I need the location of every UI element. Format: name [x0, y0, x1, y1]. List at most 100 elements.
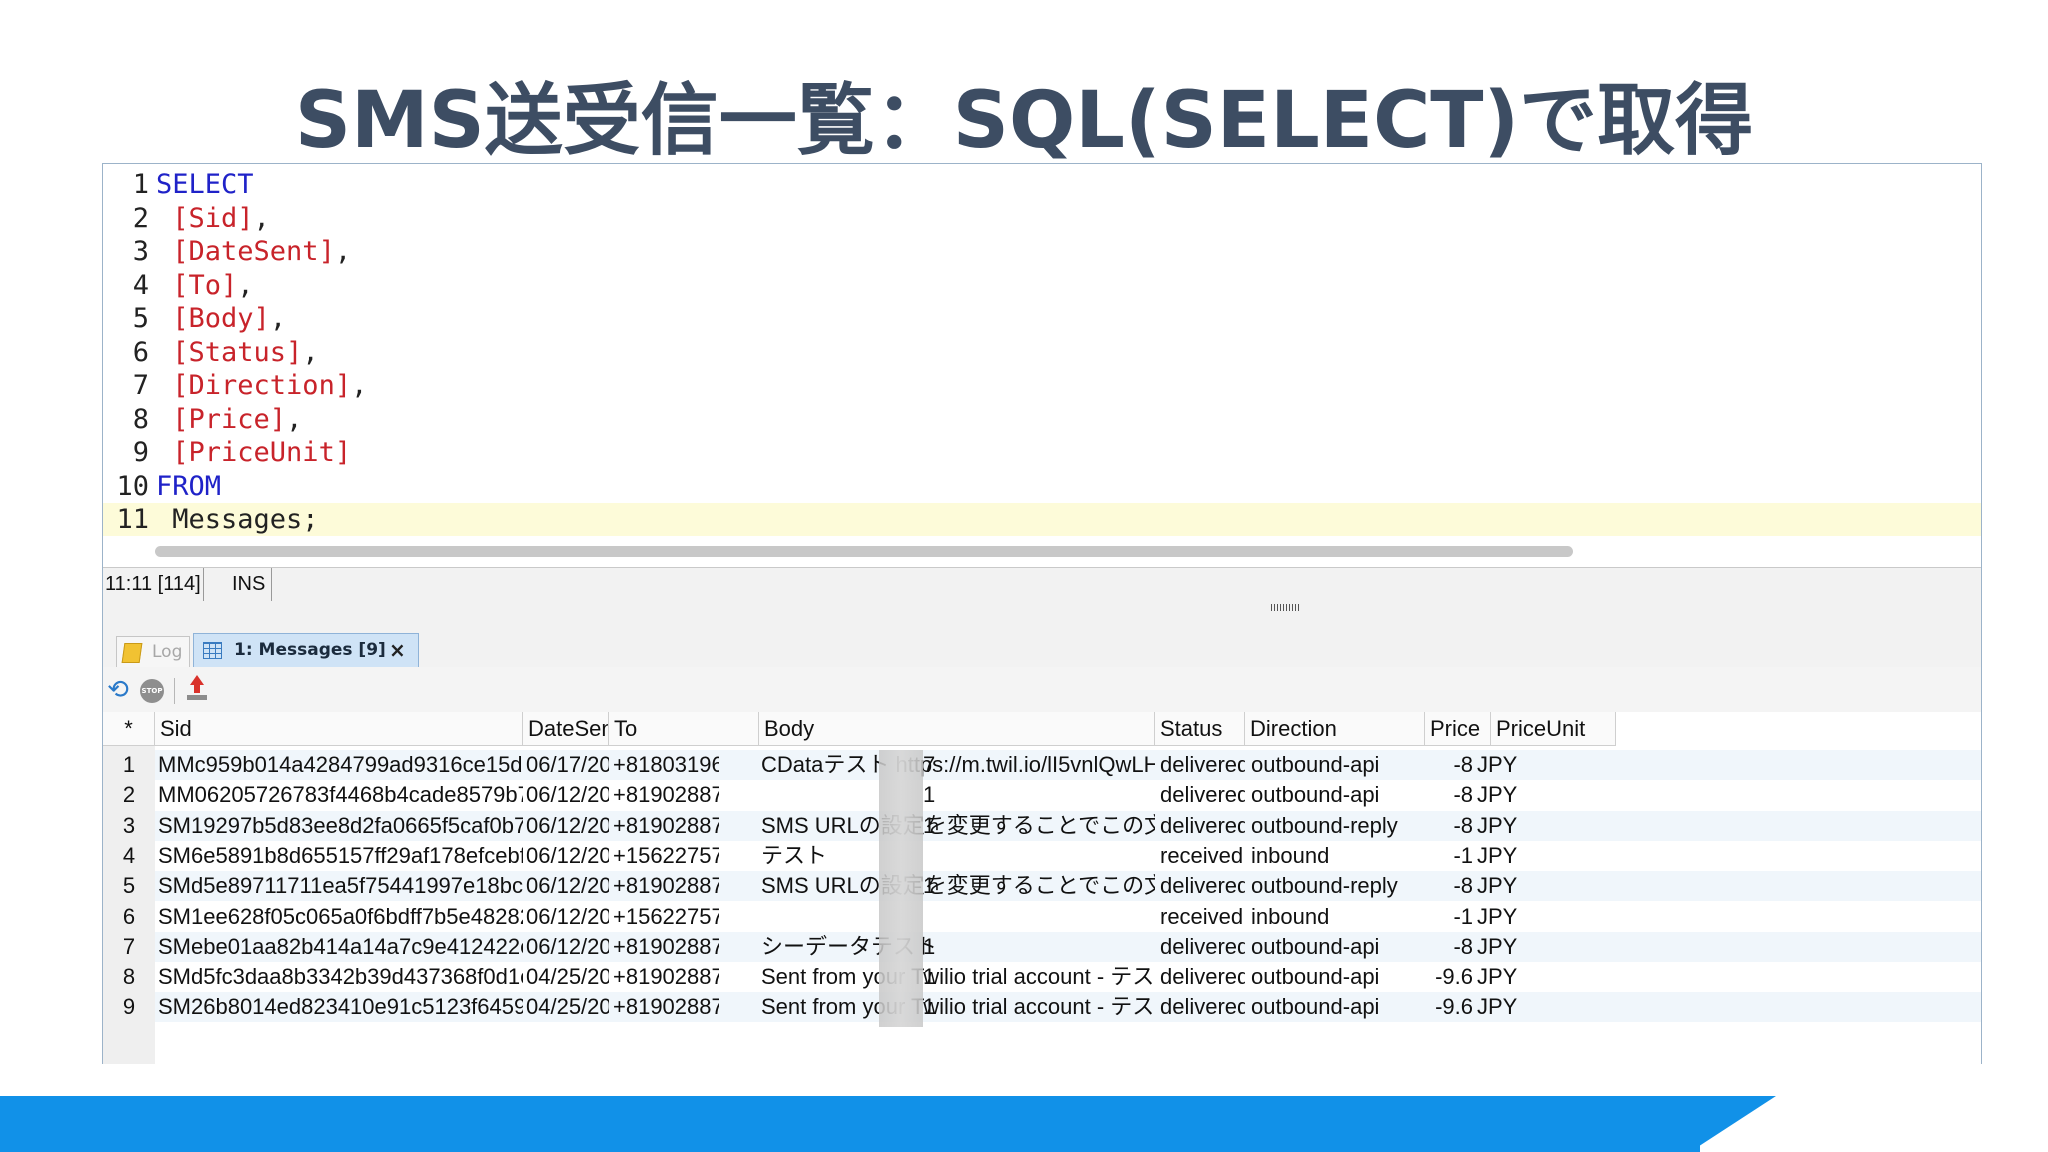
- cell-sid: SM6e5891b8d655157ff29af178efcebf6b: [158, 842, 523, 868]
- cell-status: delivered: [1160, 964, 1245, 990]
- row-number[interactable]: 4: [103, 840, 155, 871]
- row-number[interactable]: 3: [103, 810, 155, 841]
- cell-direction: outbound-api: [1251, 994, 1380, 1020]
- sql-punctuation: ,: [351, 370, 368, 401]
- cell-direction: outbound-api: [1251, 933, 1380, 959]
- sql-keyword: FROM: [156, 470, 222, 502]
- log-icon: [121, 643, 143, 663]
- pane-splitter[interactable]: [103, 601, 1981, 631]
- sql-column: [Body]: [172, 303, 270, 334]
- grid-corner[interactable]: *: [103, 712, 155, 746]
- column-header-priceunit[interactable]: PriceUnit: [1491, 712, 1616, 746]
- line-number: 8: [132, 403, 149, 435]
- code-line[interactable]: 5 [Body],: [103, 302, 1981, 335]
- close-tab-icon[interactable]: ×: [389, 634, 406, 667]
- sql-column: [Sid]: [172, 202, 254, 234]
- table-row[interactable]: 5SMd5e89711711ea5f75441997e18bc431e06/12…: [103, 871, 1981, 902]
- code-line[interactable]: 7 [Direction],: [103, 369, 1981, 402]
- row-number[interactable]: 8: [103, 962, 155, 993]
- code-line[interactable]: 10 FROM: [103, 470, 1981, 503]
- table-row[interactable]: 3 SM19297b5d83ee8d2fa0665f5caf0b74f1 06/12…: [103, 810, 1981, 841]
- table-row[interactable]: 6 SM1ee628f05c065a0f6bdff7b5e48282ba 06/12…: [103, 901, 1981, 932]
- cell-body: SMS URLの設定を変更することでこの文章を変...: [761, 812, 1155, 838]
- code-text: [DateSent],: [156, 235, 351, 268]
- code-line[interactable]: 1 SELECT: [103, 168, 1981, 201]
- cell-price-unit: JPY: [1477, 903, 1518, 929]
- sql-punctuation: ,: [269, 303, 287, 334]
- footer-band-slant: [1690, 1096, 1776, 1152]
- cell-to: +81902887: [613, 994, 719, 1020]
- column-header-datesent[interactable]: DateSent: [523, 712, 609, 746]
- cell-body: シーデータテスト: [761, 933, 938, 959]
- cell-sid: SM1ee628f05c065a0f6bdff7b5e48282ba: [158, 903, 523, 929]
- export-icon[interactable]: [185, 675, 209, 703]
- code-line[interactable]: 4 [To],: [103, 269, 1981, 302]
- cell-sid: SM19297b5d83ee8d2fa0665f5caf0b74f1: [158, 812, 523, 838]
- code-line[interactable]: 6 [Status],: [103, 336, 1981, 369]
- cell-date-sent: 06/12/2019: [526, 903, 609, 929]
- table-row[interactable]: 8SMd5fc3daa8b3342b39d437368f0d1c15d04/25…: [103, 962, 1981, 993]
- cell-price: -8: [1453, 752, 1473, 777]
- tab-messages[interactable]: 1: Messages [9] ×: [193, 633, 419, 667]
- sql-column: [PriceUnit]: [172, 437, 352, 468]
- column-header-direction[interactable]: Direction: [1245, 712, 1425, 746]
- code-text: Messages;: [156, 503, 319, 536]
- refresh-icon[interactable]: ⟲: [105, 677, 131, 703]
- cell-direction: outbound-reply: [1251, 873, 1398, 899]
- line-number: 10: [116, 470, 149, 502]
- sql-editor[interactable]: 1 SELECT 2 [Sid], 3 [DateSent], 4 [To], 5 [Bo…: [103, 164, 1981, 564]
- row-number[interactable]: 9: [103, 992, 155, 1023]
- cell-to: +15622757: [613, 903, 719, 929]
- sql-punctuation: ,: [334, 236, 352, 267]
- row-number[interactable]: 1: [103, 750, 155, 780]
- results-toolbar: ⟲ STOP: [103, 667, 1981, 713]
- sql-keyword: SELECT: [156, 169, 254, 200]
- sql-column: [Price]: [172, 403, 287, 435]
- cell-to: +81902887: [613, 782, 719, 808]
- sql-punctuation: ,: [286, 403, 303, 435]
- table-row[interactable]: 2MM06205726783f4468b4cade8579b7d5a706/12…: [103, 780, 1981, 811]
- column-header-price[interactable]: Price: [1425, 712, 1491, 746]
- stop-icon[interactable]: STOP: [140, 679, 164, 703]
- column-header-sid[interactable]: Sid: [155, 712, 523, 746]
- tab-log-label: Log: [152, 642, 183, 662]
- table-row[interactable]: 4 SM6e5891b8d655157ff29af178efcebf6b 06/12…: [103, 840, 1981, 871]
- code-line[interactable]: 11 Messages;: [103, 503, 1981, 536]
- splitter-grip-icon[interactable]: [1271, 604, 1299, 611]
- cell-price-unit: JPY: [1477, 782, 1518, 808]
- editor-scroll-thumb[interactable]: [155, 546, 1573, 557]
- code-line[interactable]: 8 [Price],: [103, 403, 1981, 436]
- sql-punctuation: ,: [237, 269, 254, 301]
- footer-band: [0, 1096, 1700, 1152]
- table-grid-icon: [203, 642, 222, 659]
- cell-price: -9.6: [1435, 964, 1473, 990]
- sql-identifier: Messages;: [172, 504, 319, 535]
- column-header-body[interactable]: Body: [759, 712, 1155, 746]
- cell-direction: outbound-api: [1251, 782, 1380, 808]
- cell-sid: MMc959b014a4284799ad9316ce15daac6b: [158, 752, 523, 777]
- cell-to: +81902887: [613, 873, 719, 899]
- cell-sid: MM06205726783f4468b4cade8579b7d5a7: [158, 782, 523, 808]
- row-number[interactable]: 7: [103, 931, 155, 962]
- cell-sid: SMebe01aa82b414a14a7c9e412422e32c5: [158, 933, 523, 959]
- cell-body: CDataテスト https://m.twil.io/lI5vnlQwLH: [761, 752, 1155, 777]
- table-row[interactable]: 9SM26b8014ed823410e91c5123f6459a3ce04/25…: [103, 992, 1981, 1023]
- column-header-to[interactable]: To: [609, 712, 759, 746]
- results-grid[interactable]: *SidDateSentToBodyStatusDirectionPricePr…: [103, 712, 1981, 1064]
- cell-price: -1: [1453, 903, 1473, 929]
- cell-status: delivered: [1160, 933, 1245, 959]
- cell-body: SMS URLの設定を変更することでこの文章を変...: [761, 873, 1155, 899]
- row-number[interactable]: 6: [103, 901, 155, 932]
- row-number[interactable]: 5: [103, 871, 155, 902]
- column-header-status[interactable]: Status: [1155, 712, 1245, 746]
- line-number: 3: [132, 236, 149, 267]
- table-row[interactable]: 1MMc959b014a4284799ad9316ce15daac6b06/17…: [103, 750, 1981, 780]
- code-line[interactable]: 9 [PriceUnit]: [103, 436, 1981, 469]
- editor-status-bar: 11:11 [114] INS: [103, 567, 1981, 602]
- tab-log[interactable]: Log: [116, 636, 190, 667]
- code-line[interactable]: 2 [Sid],: [103, 202, 1981, 235]
- row-number[interactable]: 2: [103, 780, 155, 811]
- code-line[interactable]: 3 [DateSent],: [103, 235, 1981, 268]
- table-row[interactable]: 7SMebe01aa82b414a14a7c9e412422e32c506/12…: [103, 931, 1981, 962]
- code-text: FROM: [156, 470, 221, 503]
